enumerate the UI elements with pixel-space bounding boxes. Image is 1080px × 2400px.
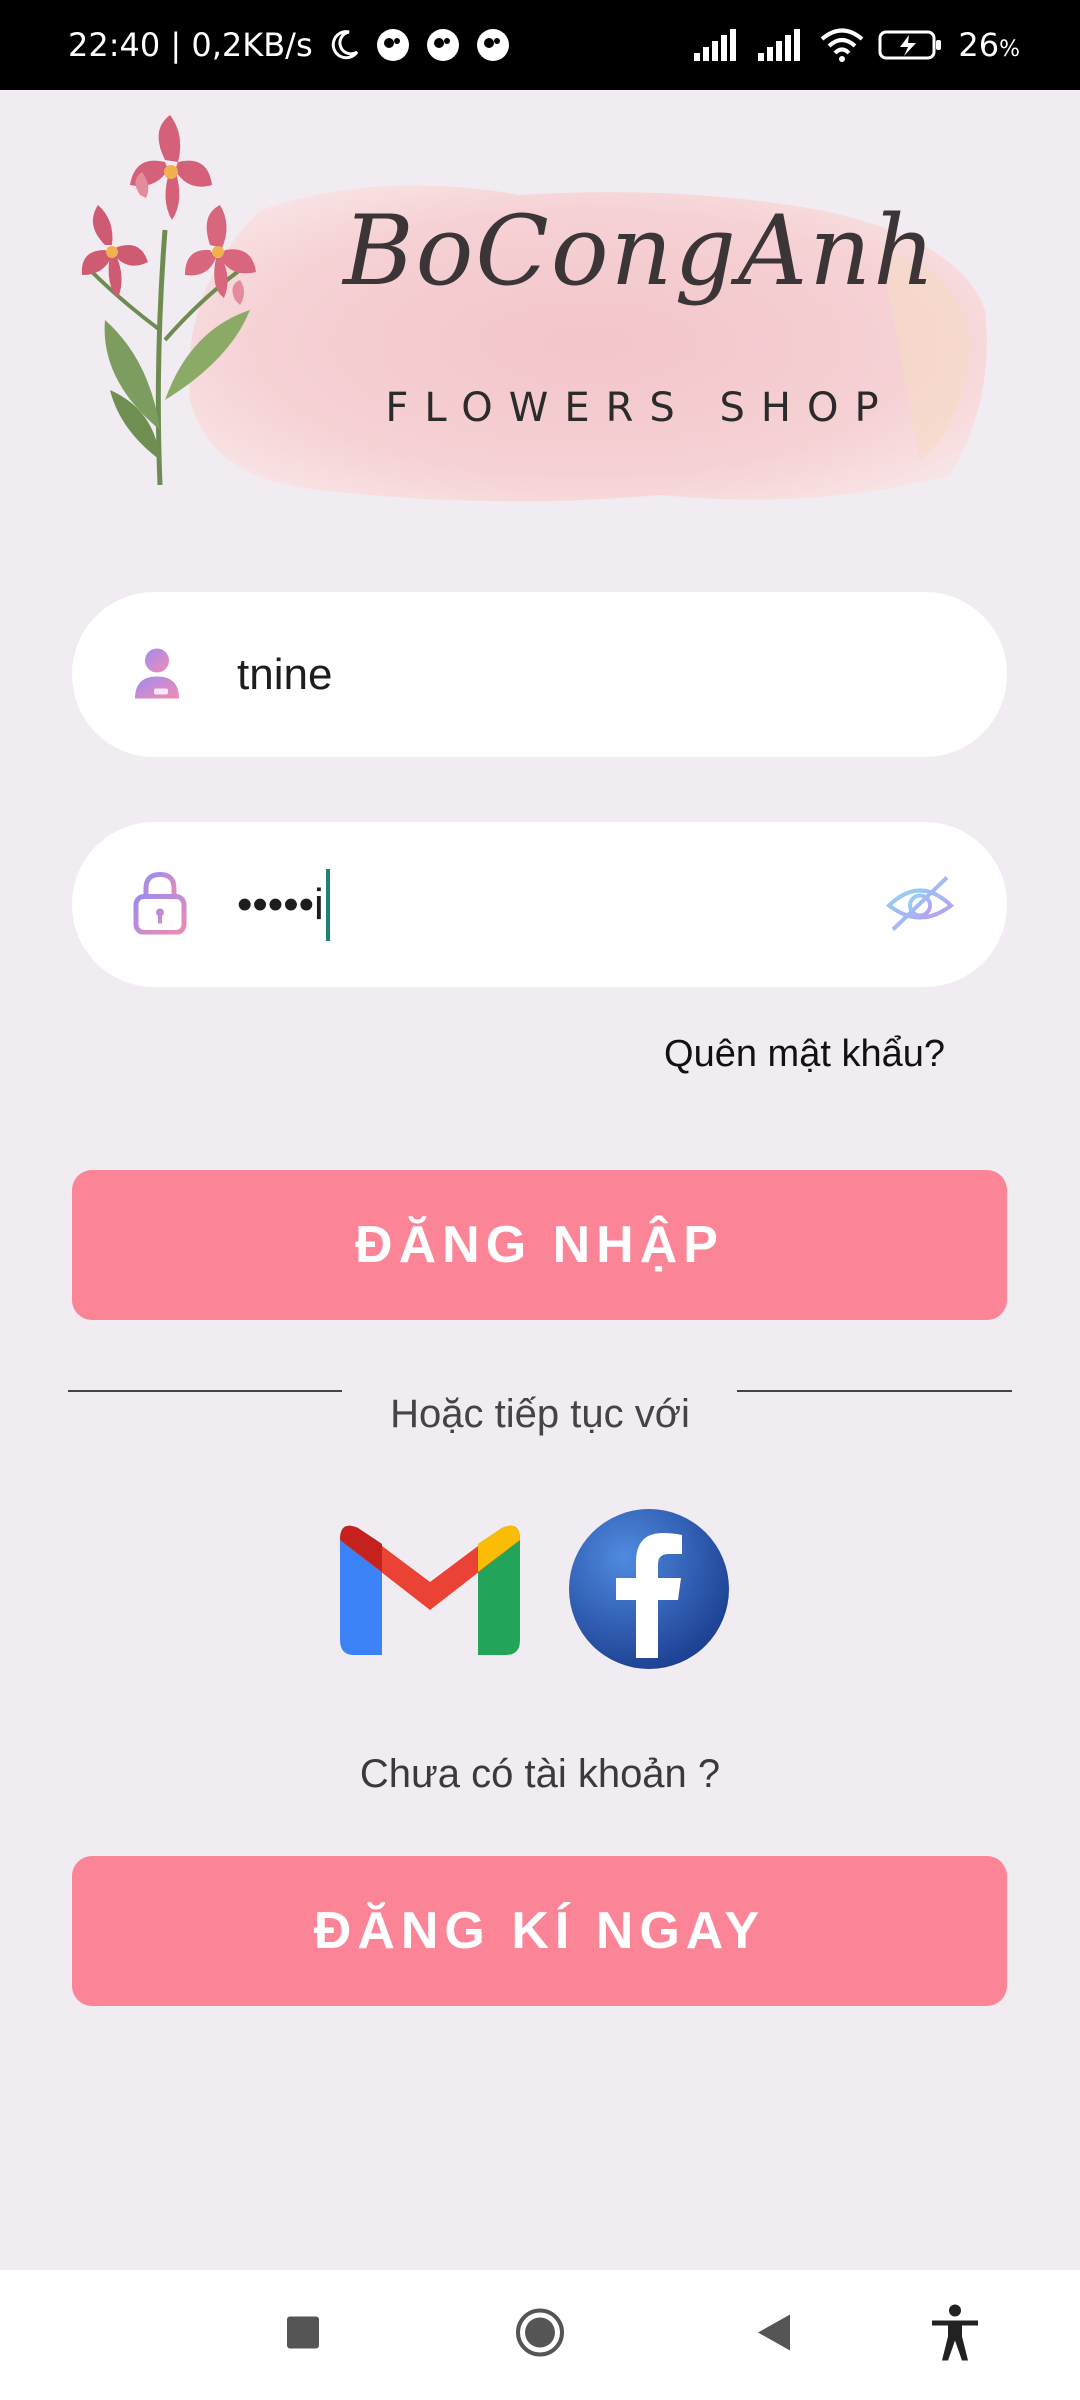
signup-button[interactable]: ĐĂNG KÍ NGAY (72, 1856, 1007, 2006)
battery-level: 26% (958, 26, 1020, 64)
signal-icon (756, 29, 806, 61)
username-value: tnine (237, 649, 333, 699)
status-bar: 22:40 | 0,2KB/s 26% (0, 0, 1080, 90)
app-notification-icon (375, 27, 411, 63)
status-bar-left: 22:40 | 0,2KB/s (68, 26, 511, 64)
logo-artwork (81, 115, 987, 502)
battery-charging-icon (878, 29, 944, 61)
password-field[interactable]: •••••i (72, 822, 1007, 987)
wifi-icon (820, 28, 864, 62)
app-notification-icon (475, 27, 511, 63)
password-masked-text: •••••i (237, 879, 324, 929)
moon-icon (327, 28, 361, 62)
logo-script-text: BoCongAnh (343, 195, 937, 307)
text-caret (325, 868, 330, 941)
or-continue-text: Hoặc tiếp tục với (390, 1392, 690, 1436)
recents-icon[interactable] (285, 2315, 321, 2356)
facebook-icon[interactable] (568, 1508, 730, 1675)
home-icon[interactable] (514, 2307, 566, 2364)
lock-icon (132, 870, 188, 939)
logo-subtitle: FLOWERS SHOP (385, 385, 895, 431)
login-button[interactable]: ĐĂNG NHẬP (72, 1170, 1007, 1320)
navigation-bar (0, 2270, 1080, 2400)
accessibility-icon[interactable] (930, 2303, 980, 2368)
gmail-icon[interactable] (340, 1520, 520, 1660)
eye-off-icon[interactable] (885, 867, 955, 942)
no-account-text: Chưa có tài khoản ? (359, 1752, 721, 1796)
app-notification-icon (425, 27, 461, 63)
status-bar-right: 26% (692, 26, 1020, 64)
back-icon[interactable] (756, 2313, 792, 2358)
forgot-password-link[interactable]: Quên mật khẩu? (560, 1033, 945, 1076)
shop-logo: BoCongAnh FLOWERS SHOP (60, 100, 1000, 520)
password-value: •••••i (237, 868, 330, 941)
status-time-speed: 22:40 | 0,2KB/s (68, 26, 313, 64)
username-field[interactable]: tnine (72, 592, 1007, 757)
signal-icon (692, 29, 742, 61)
battery-unit: % (999, 37, 1020, 62)
user-icon (132, 644, 182, 705)
